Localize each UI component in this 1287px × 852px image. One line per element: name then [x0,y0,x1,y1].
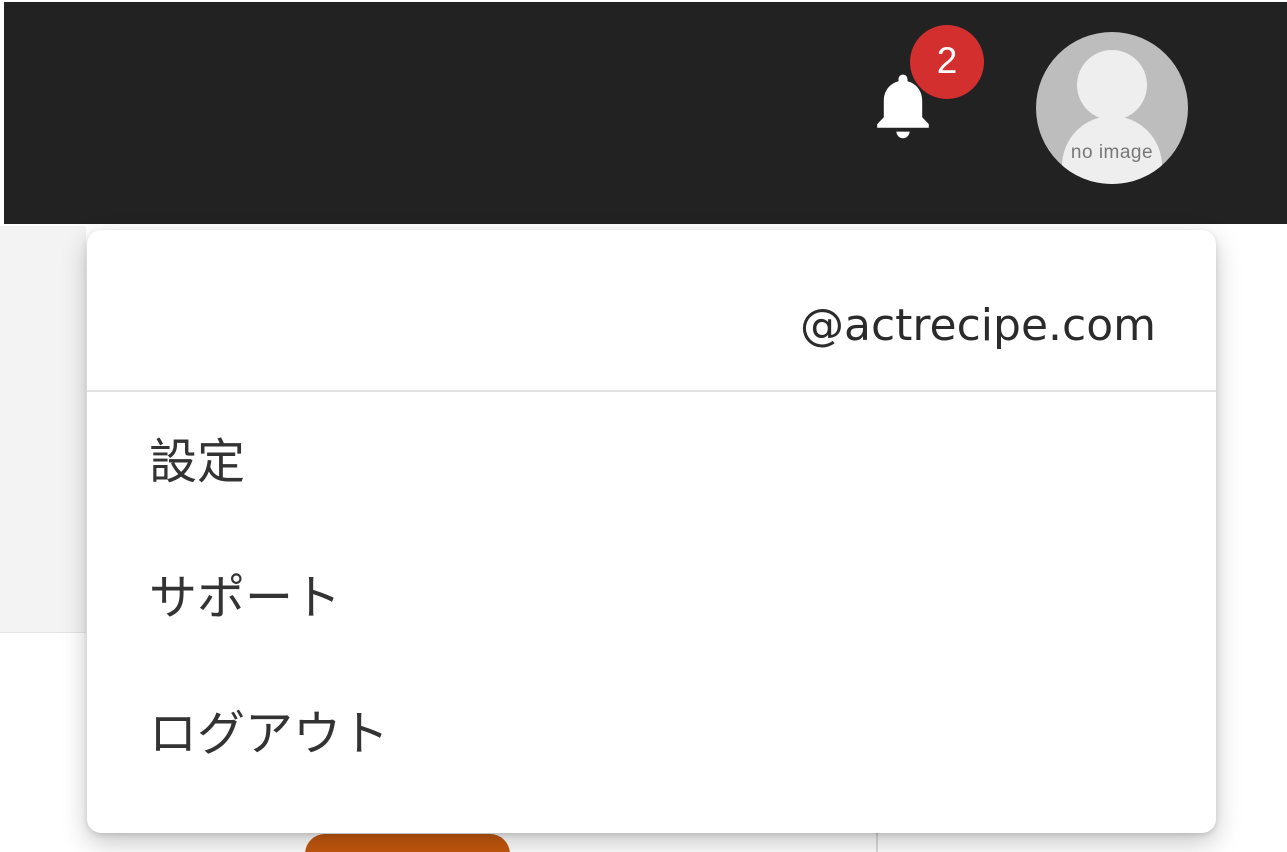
menu-item-label: ログアウト [149,706,390,762]
page-background-panel [1216,226,1287,852]
avatar-placeholder-text: no image [1070,142,1154,163]
menu-item-label: サポート [149,570,342,626]
primary-action-button[interactable] [305,834,510,852]
notification-count-badge: 2 [910,25,984,99]
account-dropdown-menu: @actrecipe.com 設定 サポート ログアウト [87,230,1216,833]
menu-item-label: 設定 [149,434,246,490]
menu-item-support[interactable]: サポート [87,530,1216,666]
divider [876,832,878,852]
screen: 2 no image @actrecipe.com 設定 サポート ログアウト [0,0,1287,852]
avatar[interactable]: no image [1036,32,1188,184]
account-email: @actrecipe.com [800,300,1156,351]
page-background-panel [0,226,86,632]
avatar-head-shape [1077,50,1147,120]
menu-item-settings[interactable]: 設定 [87,394,1216,530]
divider [0,632,86,633]
account-email-header: @actrecipe.com [87,230,1216,392]
menu-item-logout[interactable]: ログアウト [87,666,1216,802]
